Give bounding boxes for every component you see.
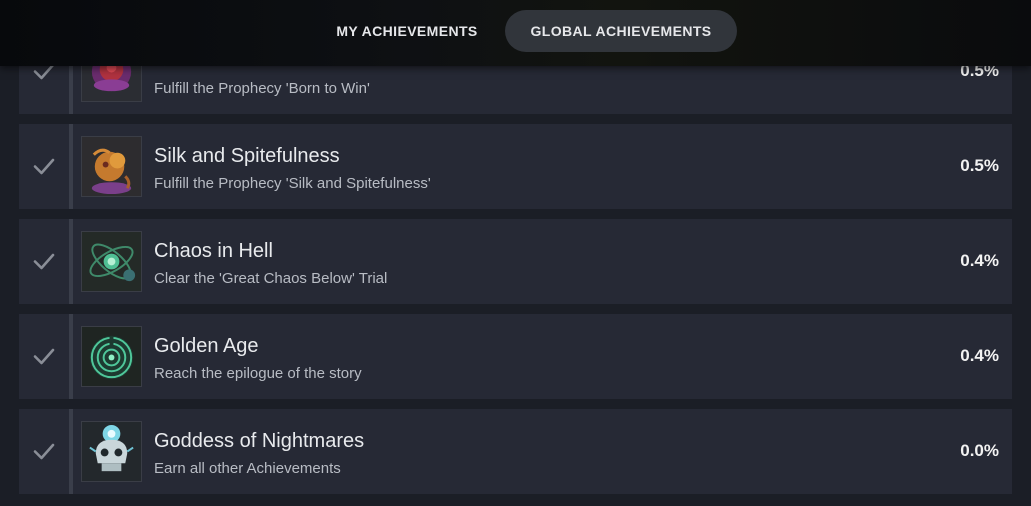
achievement-percent: 0.4% bbox=[960, 251, 999, 270]
unlocked-check-cell bbox=[19, 219, 69, 304]
row-divider bbox=[69, 124, 73, 209]
achievement-description: Reach the epilogue of the story bbox=[154, 365, 362, 382]
check-icon bbox=[33, 443, 55, 460]
achievement-row[interactable]: Chaos in Hell Clear the 'Great Chaos Bel… bbox=[19, 219, 1012, 304]
labyrinth-icon bbox=[81, 326, 142, 387]
achievement-percent: 0.4% bbox=[960, 346, 999, 365]
unlocked-check-cell bbox=[19, 409, 69, 494]
skull-icon bbox=[81, 421, 142, 482]
tab-global-achievements[interactable]: GLOBAL ACHIEVEMENTS bbox=[505, 10, 737, 52]
unlocked-check-cell bbox=[19, 314, 69, 399]
achievement-row[interactable]: Silk and Spitefulness Fulfill the Prophe… bbox=[19, 124, 1012, 209]
achievement-name: Golden Age bbox=[154, 335, 259, 357]
achievements-tab-bar: MY ACHIEVEMENTS GLOBAL ACHIEVEMENTS bbox=[0, 0, 1031, 66]
achievement-name: Goddess of Nightmares bbox=[154, 430, 365, 452]
achievement-row[interactable]: Golden Age Reach the epilogue of the sto… bbox=[19, 314, 1012, 399]
spider-icon bbox=[81, 136, 142, 197]
achievement-description: Fulfill the Prophecy 'Born to Win' bbox=[154, 80, 370, 97]
check-icon bbox=[33, 348, 55, 365]
row-divider bbox=[69, 314, 73, 399]
achievement-list: Fulfill the Prophecy 'Born to Win' 0.5% … bbox=[19, 0, 1012, 506]
achievement-name: Chaos in Hell bbox=[154, 240, 273, 262]
tab-my-achievements[interactable]: MY ACHIEVEMENTS bbox=[314, 10, 500, 52]
achievement-name: Silk and Spitefulness bbox=[154, 145, 340, 167]
row-divider bbox=[69, 409, 73, 494]
achievement-percent: 0.5% bbox=[960, 156, 999, 175]
unlocked-check-cell bbox=[19, 124, 69, 209]
row-divider bbox=[69, 219, 73, 304]
achievement-description: Fulfill the Prophecy 'Silk and Spitefuln… bbox=[154, 175, 431, 192]
check-icon bbox=[33, 158, 55, 175]
achievement-row[interactable]: Goddess of Nightmares Earn all other Ach… bbox=[19, 409, 1012, 494]
achievement-description: Clear the 'Great Chaos Below' Trial bbox=[154, 270, 388, 287]
chaos-orbit-icon bbox=[81, 231, 142, 292]
check-icon bbox=[33, 253, 55, 270]
achievement-description: Earn all other Achievements bbox=[154, 460, 341, 477]
achievement-percent: 0.0% bbox=[960, 441, 999, 460]
